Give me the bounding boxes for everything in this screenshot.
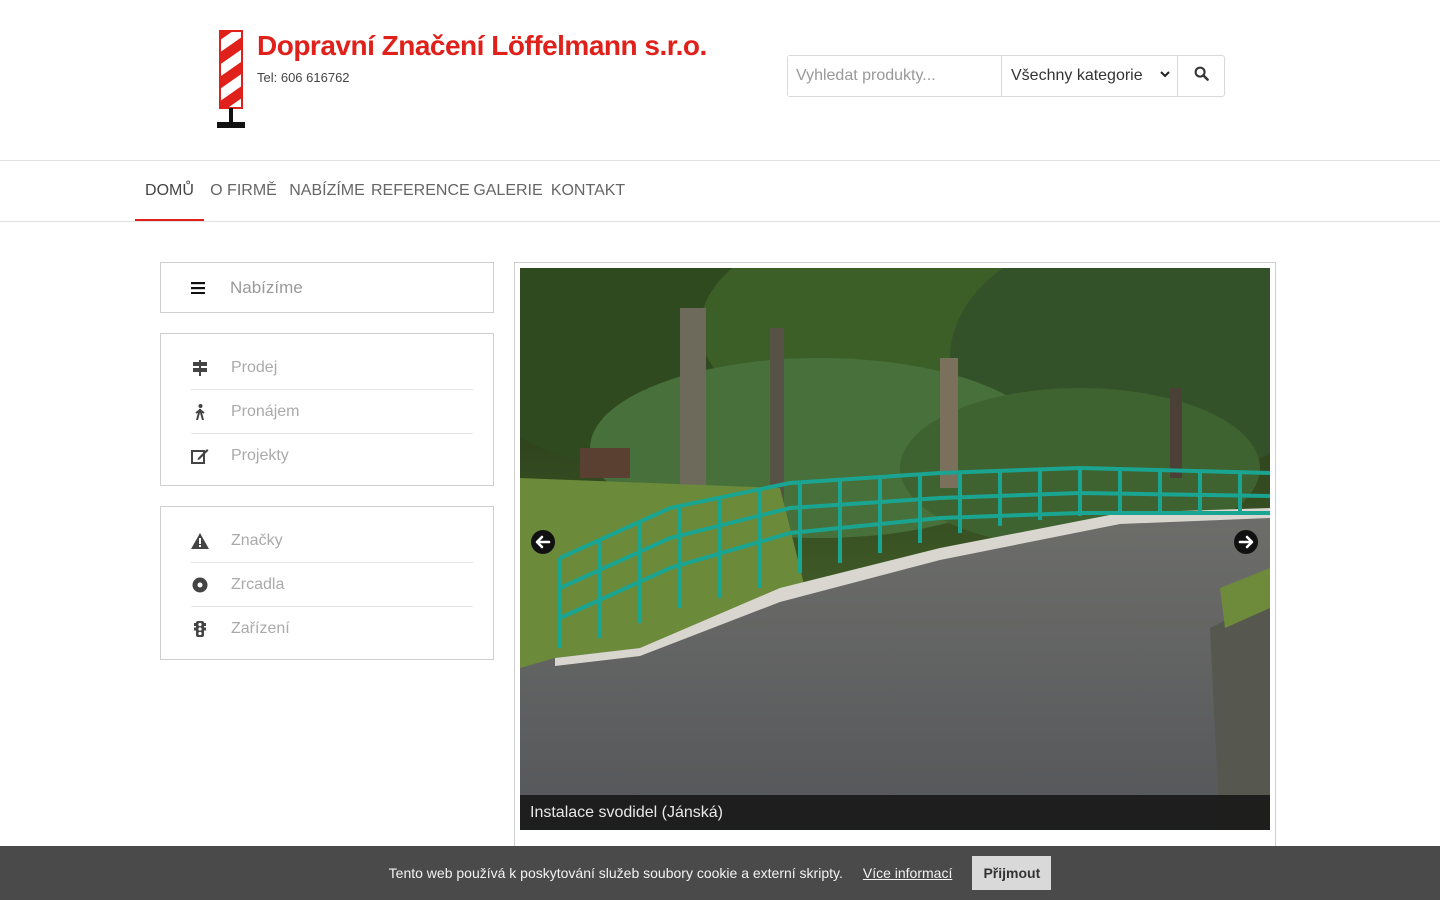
nav-item-nabizime[interactable]: NABÍZÍME [283, 161, 371, 221]
walking-person-icon [191, 403, 209, 421]
phone-number: Tel: 606 616762 [257, 70, 350, 85]
company-name[interactable]: Dopravní Značení Löffelmann s.r.o. [257, 30, 707, 62]
cookie-more-info-link[interactable]: Více informací [863, 865, 952, 881]
cookie-bar: Tento web používá k poskytování služeb s… [0, 846, 1440, 900]
sidebar-title-box[interactable]: Nabízíme [160, 262, 494, 313]
arrow-left-icon [531, 530, 555, 554]
search-button[interactable] [1178, 56, 1224, 96]
sidebar-item-prodej[interactable]: Prodej [191, 346, 473, 390]
sidebar-item-label: Zrcadla [231, 575, 285, 593]
chevron-down-icon [1159, 67, 1171, 85]
slider-next-arrow[interactable] [1234, 530, 1258, 554]
slider-prev-arrow[interactable] [531, 530, 555, 554]
sidebar-title: Nabízíme [230, 278, 303, 297]
category-select-value: Všechny kategorie [1011, 67, 1143, 84]
search-input[interactable] [788, 56, 1002, 96]
circle-dot-icon [191, 576, 209, 594]
logo-icon[interactable] [217, 30, 247, 130]
sidebar-item-znacky[interactable]: Značky [191, 519, 473, 563]
sidebar-item-projekty[interactable]: Projekty [191, 434, 473, 477]
search-bar: Všechny kategorie [787, 55, 1225, 97]
cookie-text: Tento web používá k poskytování služeb s… [388, 865, 843, 881]
slide-caption: Instalace svodidel (Jánská) [520, 795, 1270, 830]
sidebar-item-label: Pronájem [231, 402, 300, 420]
traffic-light-icon [191, 620, 209, 638]
site-header: Dopravní Značení Löffelmann s.r.o. Tel: … [0, 0, 1440, 161]
nav-item-galerie[interactable]: GALERIE [469, 161, 547, 221]
nav-item-reference[interactable]: REFERENCE [371, 161, 470, 221]
main-nav: DOMŮ O FIRMĚ NABÍZÍME REFERENCE GALERIE … [0, 161, 1440, 222]
warning-icon [191, 532, 209, 550]
slide-image [520, 268, 1270, 830]
edit-icon [191, 447, 209, 465]
slider[interactable]: Instalace svodidel (Jánská) [520, 268, 1270, 830]
nav-item-domu[interactable]: DOMŮ [135, 161, 204, 221]
category-select[interactable]: Všechny kategorie [1002, 56, 1178, 96]
sidebar-item-label: Zařízení [231, 619, 290, 637]
arrow-right-icon [1234, 530, 1258, 554]
sidebar-item-pronajem[interactable]: Pronájem [191, 390, 473, 434]
nav-item-o-firme[interactable]: O FIRMĚ [204, 161, 283, 221]
search-icon [1194, 66, 1209, 86]
sidebar-item-label: Značky [231, 531, 283, 549]
hamburger-menu-icon [191, 280, 207, 296]
nav-item-kontakt[interactable]: KONTAKT [547, 161, 629, 221]
sidebar-item-label: Projekty [231, 446, 289, 464]
sidebar-item-zarizeni[interactable]: Zařízení [191, 607, 473, 650]
cookie-accept-button[interactable]: Přijmout [972, 856, 1052, 890]
sidebar-products-box: Značky Zrcadla Zařízení [160, 506, 494, 660]
sidebar-item-zrcadla[interactable]: Zrcadla [191, 563, 473, 607]
signpost-icon [191, 359, 209, 377]
sidebar-item-label: Prodej [231, 358, 278, 376]
sidebar-services-box: Prodej Pronájem Projekty [160, 333, 494, 486]
